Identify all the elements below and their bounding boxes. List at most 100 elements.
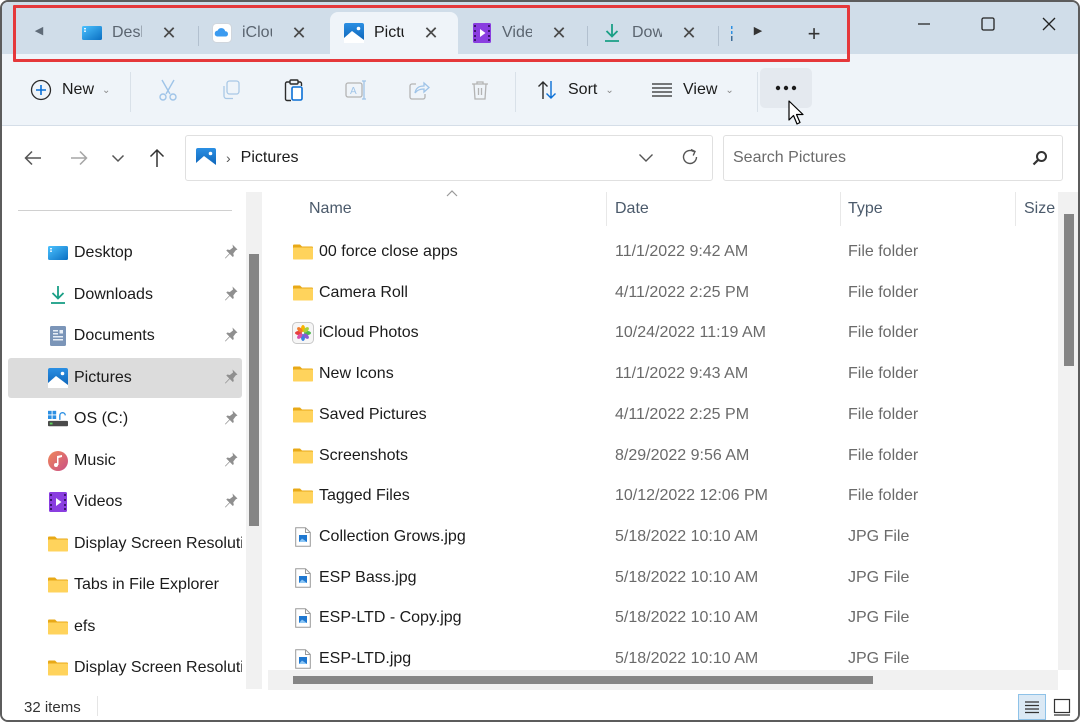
pin-icon[interactable] (224, 369, 238, 387)
scroll-tabs-left-button[interactable]: ◀ (31, 22, 47, 38)
column-divider[interactable] (1015, 192, 1016, 226)
breadcrumb-pictures[interactable]: Pictures (241, 149, 299, 167)
column-header-date[interactable]: Date (615, 200, 649, 218)
sidebar-item-display-screen-resolution[interactable]: Display Screen Resolution (8, 648, 242, 688)
paste-icon (284, 79, 303, 102)
file-name-cell: Screenshots (292, 445, 408, 467)
sidebar-item-music[interactable]: Music (8, 441, 242, 481)
tab-icloud[interactable]: iClou ✕ (198, 12, 326, 54)
address-history-dropdown[interactable] (638, 150, 654, 168)
toolbar-divider (515, 72, 516, 112)
file-row[interactable]: Saved Pictures 4/11/2022 2:25 PM File fold… (268, 396, 1058, 436)
copy-button[interactable] (220, 74, 242, 106)
file-type: JPG File (848, 527, 910, 545)
tab-pictures[interactable]: Pictu ✕ (330, 12, 458, 54)
tab-label: Pictu (374, 24, 404, 41)
folder-icon (292, 404, 314, 426)
sidebar-scrollbar-thumb[interactable] (249, 254, 259, 526)
file-date: 5/18/2022 10:10 AM (615, 568, 759, 586)
pin-icon[interactable] (224, 244, 238, 262)
sidebar-item-documents[interactable]: Documents (8, 316, 242, 356)
tab-desktop[interactable]: Desk ✕ (68, 12, 196, 54)
sidebar-item-label: Display Screen Resolution (74, 534, 242, 552)
sidebar-item-os-c[interactable]: OS (C:) (8, 399, 242, 439)
search-button[interactable] (1032, 150, 1048, 171)
close-tab-icon[interactable]: ✕ (290, 23, 308, 44)
up-button[interactable] (145, 146, 169, 170)
close-window-button[interactable] (1029, 10, 1069, 38)
vertical-scrollbar-thumb[interactable] (1064, 214, 1074, 366)
toolbar-divider (130, 72, 131, 112)
pin-icon[interactable] (224, 327, 238, 345)
file-row[interactable]: New Icons 11/1/2022 9:43 AM File folder (268, 355, 1058, 395)
sort-icon (538, 81, 556, 99)
refresh-button[interactable] (680, 147, 700, 172)
large-icons-view-toggle[interactable] (1048, 694, 1076, 720)
image-file-icon (292, 648, 314, 670)
file-type: File folder (848, 365, 919, 383)
new-tab-button[interactable]: + (802, 22, 826, 46)
recent-locations-button[interactable] (106, 146, 130, 170)
pin-icon[interactable] (224, 410, 238, 428)
sidebar-item-pictures[interactable]: Pictures (8, 357, 242, 398)
delete-button[interactable] (470, 74, 490, 106)
cut-button[interactable] (157, 74, 179, 106)
scroll-tabs-right-button[interactable]: ▶ (750, 22, 766, 38)
file-row[interactable]: 00 force close apps 11/1/2022 9:42 AM File… (268, 233, 1058, 273)
breadcrumb-separator: › (226, 150, 231, 166)
close-tab-icon[interactable]: ✕ (422, 23, 440, 44)
file-type: File folder (848, 446, 919, 464)
column-divider[interactable] (840, 192, 841, 226)
close-tab-icon[interactable]: ✕ (680, 23, 698, 44)
forward-button[interactable] (67, 146, 91, 170)
file-name-cell: 00 force close apps (292, 241, 458, 263)
column-divider[interactable] (606, 192, 607, 226)
column-header-name[interactable]: Name (309, 200, 352, 218)
search-box[interactable] (723, 135, 1063, 181)
rename-button[interactable]: A (345, 74, 369, 106)
column-header-size[interactable]: Size (1024, 200, 1055, 218)
sidebar-item-label: Videos (73, 493, 123, 510)
sidebar-item-downloads[interactable]: Downloads (8, 275, 242, 315)
file-type: JPG File (848, 650, 910, 667)
pin-icon[interactable] (224, 493, 238, 511)
sidebar-item-tabs-in-file-explorer[interactable]: Tabs in File Explorer (8, 565, 242, 605)
search-input[interactable] (733, 149, 1023, 167)
sidebar-item-display-screen-resolution[interactable]: Display Screen Resolution (8, 524, 242, 564)
minimize-button[interactable] (904, 10, 944, 38)
tab-videos[interactable]: Vide ✕ (458, 12, 586, 54)
tab-downloads[interactable]: Dow ✕ (588, 12, 716, 54)
file-row[interactable]: ESP-LTD - Copy.jpg 5/18/2022 10:10 AM JPG … (268, 599, 1058, 639)
horizontal-scrollbar-thumb[interactable] (293, 676, 873, 684)
file-date: 11/1/2022 9:42 AM (615, 243, 749, 260)
delete-icon (472, 81, 488, 100)
back-button[interactable] (21, 146, 45, 170)
details-view-toggle[interactable] (1018, 694, 1046, 720)
paste-button[interactable] (283, 74, 305, 106)
file-row[interactable]: iCloud Photos 10/24/2022 11:19 AM File fol… (268, 314, 1058, 354)
file-row[interactable]: Tagged Files 10/12/2022 12:06 PM File fold… (268, 477, 1058, 517)
folder-icon (48, 534, 68, 554)
new-button[interactable]: New ⌄ (30, 74, 110, 106)
sidebar-item-efs[interactable]: efs (8, 607, 242, 647)
pin-icon[interactable] (224, 452, 238, 470)
share-button[interactable] (408, 74, 430, 106)
sidebar-item-videos[interactable]: Videos (8, 482, 242, 522)
sort-button[interactable]: Sort ⌄ (536, 74, 614, 106)
tab-strip: ◀ Desk ✕ iClou ✕ Pictu ✕ (2, 2, 1078, 54)
file-row[interactable]: Screenshots 8/29/2022 9:56 AM File folder (268, 437, 1058, 477)
address-bar[interactable]: › Pictures (185, 135, 713, 181)
pin-icon[interactable] (224, 286, 238, 304)
close-tab-icon[interactable]: ✕ (550, 23, 568, 44)
close-tab-icon[interactable]: ✕ (160, 23, 178, 44)
music-icon (48, 450, 68, 471)
view-button[interactable]: View ⌄ (651, 74, 734, 106)
file-row[interactable]: Camera Roll 4/11/2022 2:25 PM File folder (268, 274, 1058, 314)
column-header-type[interactable]: Type (848, 200, 883, 218)
file-row[interactable]: ESP Bass.jpg 5/18/2022 10:10 AM JPG File (268, 559, 1058, 599)
new-label: New (62, 81, 95, 98)
sidebar-item-desktop[interactable]: Desktop (8, 233, 242, 273)
maximize-button[interactable] (968, 10, 1008, 38)
file-row[interactable]: Collection Grows.jpg 5/18/2022 10:10 AM JP… (268, 518, 1058, 558)
file-date: 4/11/2022 2:25 PM (615, 283, 750, 301)
